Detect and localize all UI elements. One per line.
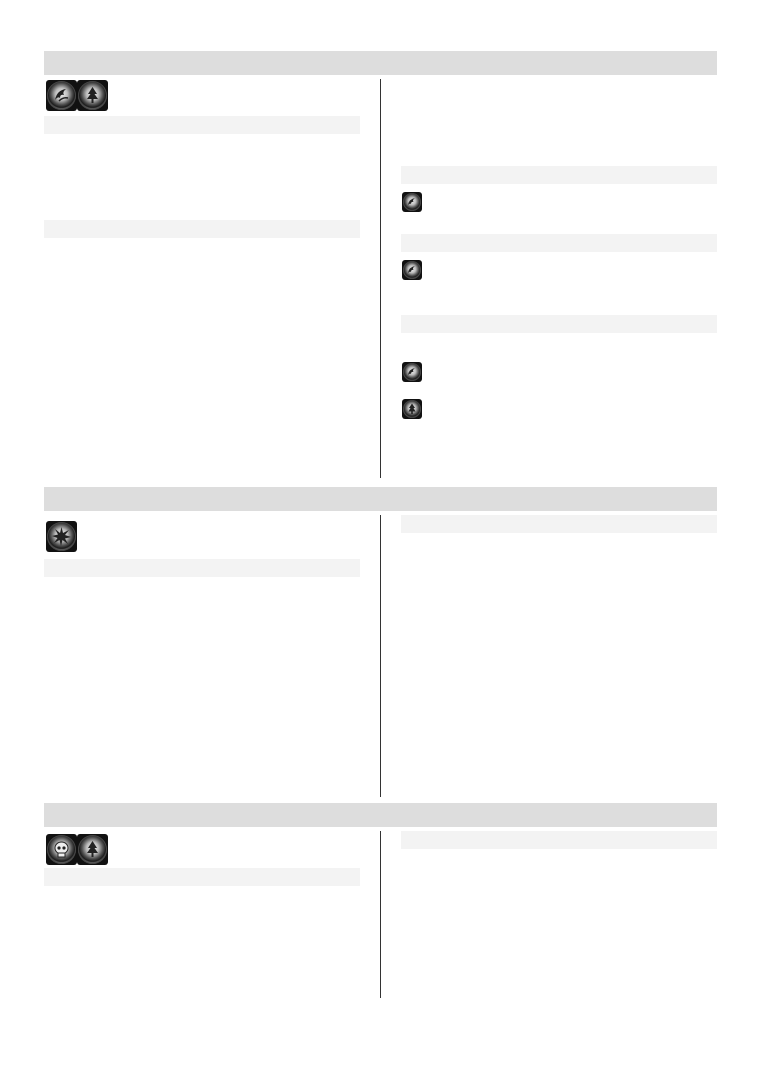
right-subheader-1a [401, 166, 717, 184]
left-subheader-3a [44, 868, 360, 886]
section-header-2 [44, 487, 717, 511]
right-subheader-1c [401, 315, 717, 333]
left-subheader-1a [44, 116, 360, 134]
column-divider [380, 79, 381, 478]
claw-icon [402, 362, 422, 382]
claw-icon [402, 260, 422, 280]
tree-icon [77, 80, 108, 111]
left-subheader-1b [44, 220, 360, 238]
right-subheader-2a [401, 515, 717, 533]
left-subheader-2a [44, 559, 360, 577]
skull-icon [46, 834, 77, 865]
tree-icon [77, 834, 108, 865]
column-divider [380, 831, 381, 998]
column-divider [380, 515, 381, 797]
section-header-3 [44, 803, 717, 827]
right-subheader-3a [401, 831, 717, 849]
tree-icon [402, 399, 422, 419]
claw-icon [46, 80, 77, 111]
burst-icon [46, 521, 77, 552]
section-header-1 [44, 51, 717, 75]
right-subheader-1b [401, 234, 717, 252]
claw-icon [402, 192, 422, 212]
